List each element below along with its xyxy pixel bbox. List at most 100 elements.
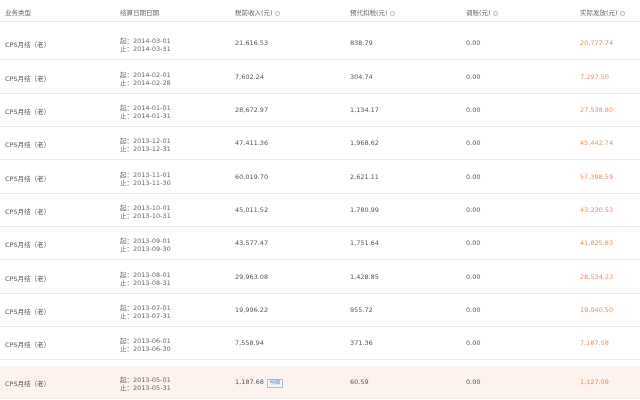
- adjustment-cell: 0.00: [466, 339, 481, 347]
- pretax-income-cell: 21,616.53: [235, 39, 268, 47]
- end-date-cell: 止：2013-11-30: [120, 179, 171, 187]
- business-type-cell: CPS月结（老）: [5, 275, 51, 283]
- end-date-cell: 止：2013-08-31: [120, 279, 171, 287]
- actual-paid-cell: 41,825.83: [580, 239, 614, 247]
- pretax-value: 1,187.68: [235, 378, 264, 386]
- table-row: CPS月结（老） 起：2014-01-01 止：2014-01-31 28,672.9…: [0, 94, 640, 127]
- table-row: CPS月结（老） 起：2014-03-01 止：2014-03-31 21,616.5…: [0, 27, 640, 60]
- adjustment-cell: 0.00: [466, 378, 481, 386]
- table-header: 业务类型 结算日期日期 税前收入(元) 预代扣税(元) 调账(元) 实际发放(元…: [0, 0, 640, 22]
- withheld-tax-cell: 838.79: [350, 39, 373, 47]
- end-date-cell: 止：2014-01-31: [120, 112, 171, 120]
- pretax-income-cell: 43,577.47: [235, 239, 268, 247]
- header-withheld-label: 预代扣税(元): [350, 9, 388, 17]
- actual-paid-cell: 19,040.50: [580, 306, 614, 314]
- withheld-tax-cell: 304.74: [350, 73, 373, 81]
- end-date-cell: 止：2013-06-30: [120, 345, 171, 353]
- pretax-income-cell: 28,672.97: [235, 106, 268, 114]
- business-type-cell: CPS月结（老）: [5, 308, 51, 316]
- actual-paid-cell: 7,187.58: [580, 339, 609, 347]
- withheld-tax-cell: 955.72: [350, 306, 373, 314]
- pretax-value: 7,558.94: [235, 339, 264, 347]
- help-icon[interactable]: [274, 11, 280, 16]
- pretax-income-cell: 1,187.68 明细: [235, 378, 283, 388]
- business-type-cell: CPS月结（老）: [5, 75, 51, 83]
- pretax-value: 29,963.08: [235, 273, 269, 281]
- actual-paid-cell: 20,777.74: [580, 39, 614, 47]
- table-row: CPS月结（老） 起：2013-05-01 止：2013-05-31 1,187.68…: [0, 366, 640, 399]
- header-adjust-label: 调账(元): [466, 9, 491, 17]
- end-date-cell: 止：2013-10-31: [120, 212, 171, 220]
- actual-paid-cell: 1,127.09: [580, 378, 609, 386]
- adjustment-cell: 0.00: [466, 139, 481, 147]
- end-date-cell: 止：2013-05-31: [120, 384, 171, 392]
- adjustment-cell: 0.00: [466, 106, 481, 114]
- adjustment-cell: 0.00: [466, 206, 481, 214]
- pretax-income-cell: 7,602.24: [235, 73, 264, 81]
- withheld-tax-cell: 2,621.11: [350, 173, 379, 181]
- business-type-cell: CPS月结（老）: [5, 241, 51, 249]
- pretax-income-cell: 29,963.08: [235, 273, 268, 281]
- actual-paid-cell: 45,442.74: [580, 139, 614, 147]
- end-date-cell: 止：2014-03-31: [120, 45, 171, 53]
- adjustment-cell: 0.00: [466, 73, 481, 81]
- pretax-income-cell: 60,019.70: [235, 173, 268, 181]
- header-actual-paid: 实际发放(元): [580, 7, 625, 17]
- pretax-value: 28,672.97: [235, 106, 269, 114]
- pretax-income-cell: 47,411.36: [235, 139, 268, 147]
- actual-paid-cell: 57,398.59: [580, 173, 614, 181]
- help-icon[interactable]: [619, 11, 625, 16]
- pretax-value: 45,011.52: [235, 206, 269, 214]
- header-business-type: 业务类型: [5, 9, 31, 17]
- withheld-tax-cell: 1,751.64: [350, 239, 379, 247]
- withheld-tax-cell: 60.59: [350, 378, 369, 386]
- business-type-cell: CPS月结（老）: [5, 41, 51, 49]
- withheld-tax-cell: 1,780.99: [350, 206, 379, 214]
- header-actual-label: 实际发放(元): [580, 9, 618, 17]
- table-row: CPS月结（老） 起：2013-11-01 止：2013-11-30 60,019.7…: [0, 161, 640, 194]
- withheld-tax-cell: 371.36: [350, 339, 373, 347]
- table-row: CPS月结（老） 起：2014-02-01 止：2014-02-28 7,602.24…: [0, 61, 640, 94]
- end-date-cell: 止：2013-09-30: [120, 245, 171, 253]
- header-withheld-tax: 预代扣税(元): [350, 7, 395, 17]
- adjustment-cell: 0.00: [466, 273, 481, 281]
- pretax-value: 21,616.53: [235, 39, 269, 47]
- adjustment-cell: 0.00: [466, 39, 481, 47]
- actual-paid-cell: 7,297.50: [580, 73, 609, 81]
- pretax-income-cell: 7,558.94: [235, 339, 264, 347]
- pretax-value: 60,019.70: [235, 173, 269, 181]
- table-row: CPS月结（老） 起：2013-10-01 止：2013-10-31 45,011.5…: [0, 194, 640, 227]
- pretax-value: 43,577.47: [235, 239, 269, 247]
- end-date-cell: 止：2013-12-31: [120, 145, 171, 153]
- business-type-cell: CPS月结（老）: [5, 108, 51, 116]
- table-row: CPS月结（老） 起：2013-09-01 止：2013-09-30 43,577.4…: [0, 227, 640, 260]
- business-type-cell: CPS月结（老）: [5, 341, 51, 349]
- actual-paid-cell: 43,230.53: [580, 206, 614, 214]
- end-date-cell: 止：2014-02-28: [120, 79, 171, 87]
- adjustment-cell: 0.00: [466, 239, 481, 247]
- header-adjustment: 调账(元): [466, 7, 498, 17]
- detail-badge[interactable]: 明细: [266, 379, 283, 388]
- business-type-cell: CPS月结（老）: [5, 175, 51, 183]
- table-row: CPS月结（老） 起：2013-06-01 止：2013-06-30 7,558.94…: [0, 327, 640, 360]
- business-type-cell: CPS月结（老）: [5, 141, 51, 149]
- business-type-cell: CPS月结（老）: [5, 208, 51, 216]
- pretax-value: 19,996.22: [235, 306, 269, 314]
- table-row: CPS月结（老） 起：2013-07-01 止：2013-07-31 19,996.2…: [0, 294, 640, 327]
- help-icon[interactable]: [389, 11, 395, 16]
- settlement-table: 业务类型 结算日期日期 税前收入(元) 预代扣税(元) 调账(元) 实际发放(元…: [0, 0, 640, 400]
- header-pretax-income: 税前收入(元): [235, 7, 280, 17]
- adjustment-cell: 0.00: [466, 306, 481, 314]
- business-type-cell: CPS月结（老）: [5, 380, 51, 388]
- table-row: CPS月结（老） 起：2013-08-01 止：2013-08-31 29,963.0…: [0, 261, 640, 294]
- pretax-income-cell: 19,996.22: [235, 306, 268, 314]
- table-row: CPS月结（老） 起：2013-12-01 止：2013-12-31 47,411.3…: [0, 127, 640, 160]
- header-pretax-label: 税前收入(元): [235, 9, 273, 17]
- withheld-tax-cell: 1,428.85: [350, 273, 379, 281]
- header-settlement-date: 结算日期日期: [120, 9, 159, 17]
- withheld-tax-cell: 1,134.17: [350, 106, 379, 114]
- help-icon[interactable]: [492, 11, 498, 16]
- actual-paid-cell: 27,538.80: [580, 106, 614, 114]
- pretax-income-cell: 45,011.52: [235, 206, 268, 214]
- end-date-cell: 止：2013-07-31: [120, 312, 171, 320]
